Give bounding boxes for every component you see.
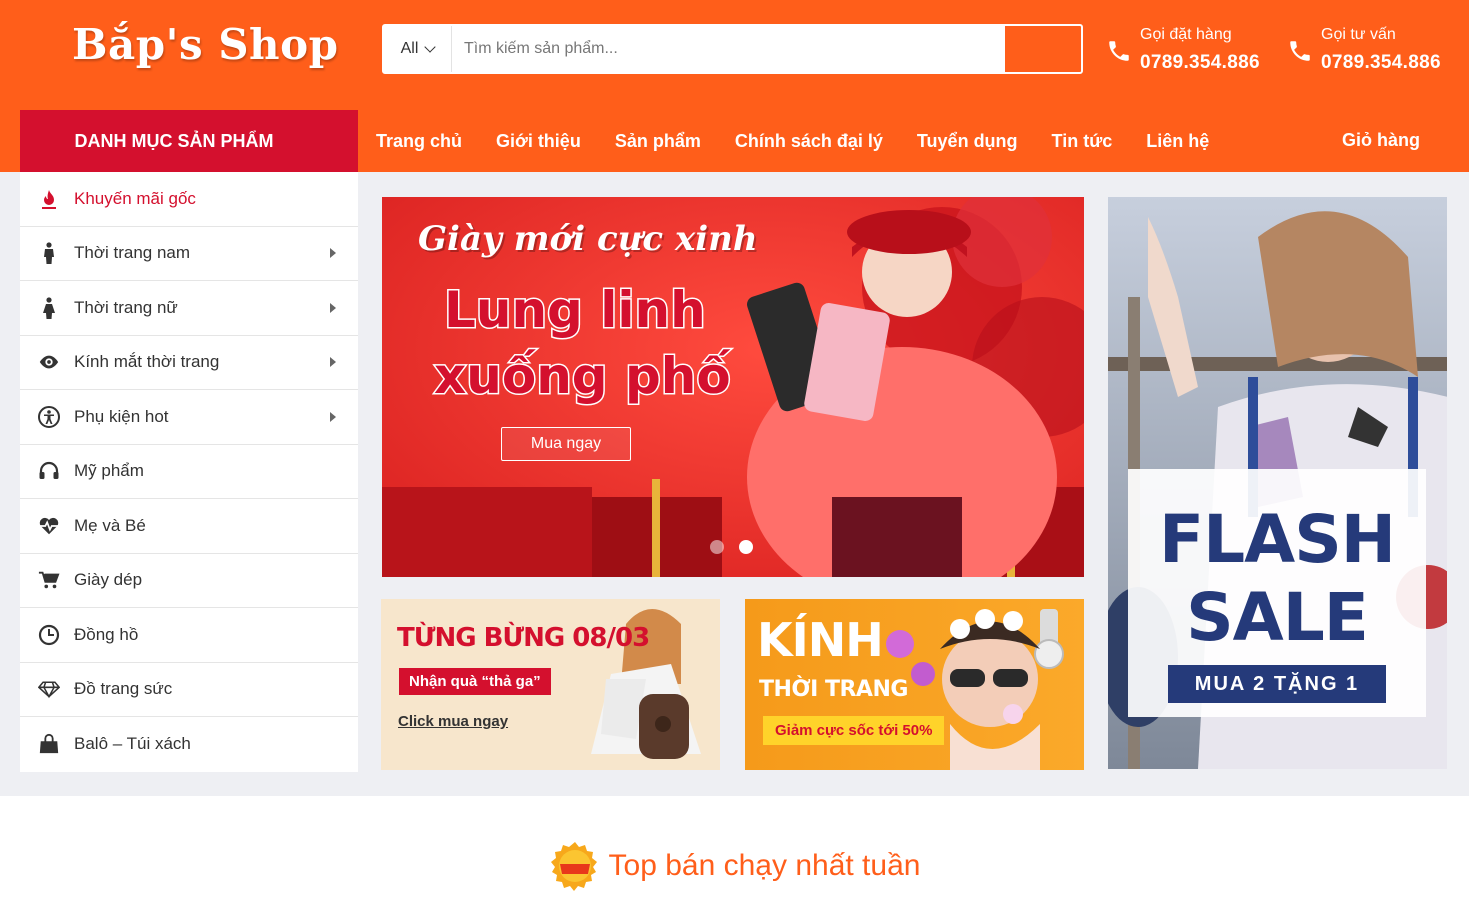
promo-b-tag: Giảm cực sốc tới 50% — [763, 716, 945, 745]
female-icon — [38, 297, 60, 319]
sidebar-item-label: Giày dép — [74, 570, 143, 590]
nav-home[interactable]: Trang chủ — [376, 131, 462, 152]
hotline-label: Gọi tư vấn — [1321, 26, 1396, 43]
sidebar-item-men-fashion[interactable]: Thời trang nam — [20, 227, 358, 281]
nav-contact[interactable]: Liên hệ — [1146, 131, 1209, 152]
promo-a-tag: Nhận quà “thả ga” — [399, 668, 551, 695]
flash-title-line1: FLASH — [1159, 501, 1396, 578]
sidebar-item-mother-baby[interactable]: Mẹ và Bé — [20, 499, 358, 554]
promo-b-title: KÍNH — [757, 613, 884, 667]
sidebar-item-watches[interactable]: Đồng hồ — [20, 608, 358, 663]
slider-dot-2[interactable] — [739, 540, 753, 554]
heartbeat-icon — [38, 515, 60, 537]
promo-banner-eyewear[interactable]: KÍNH THỜI TRANG Giảm cực sốc tới 50% — [745, 599, 1084, 770]
sidebar-item-label: Khuyến mãi gốc — [74, 188, 196, 208]
promo-b-subtitle: THỜI TRANG — [759, 677, 908, 702]
search-category-label: All — [400, 40, 419, 57]
flash-sale-banner[interactable]: FLASH SALE MUA 2 TẶNG 1 — [1108, 197, 1447, 769]
sidebar-item-label: Đồng hồ — [74, 624, 139, 644]
eye-icon — [38, 351, 60, 373]
sidebar-item-label: Mẹ và Bé — [74, 515, 146, 535]
hotline-number: 0789.354.886 — [1140, 52, 1260, 73]
promo-a-link[interactable]: Click mua ngay — [398, 713, 508, 730]
hotline-label: Gọi đặt hàng — [1140, 26, 1232, 43]
search-bar: All — [382, 24, 1083, 74]
chevron-down-icon — [424, 41, 437, 53]
accessibility-icon — [38, 405, 60, 428]
section-title: Top bán chạy nhất tuần — [608, 849, 921, 882]
caret-right-icon — [330, 248, 336, 259]
promo-banner-womens-day[interactable]: TỪNG BỪNG 08/03 Nhận quà “thả ga” Click … — [381, 599, 720, 770]
search-button[interactable] — [1005, 26, 1081, 72]
sidebar-item-cosmetics[interactable]: Mỹ phẩm — [20, 445, 358, 499]
flash-sale-card: FLASH SALE MUA 2 TẶNG 1 — [1128, 469, 1426, 717]
nav-cart[interactable]: Giỏ hàng — [1342, 130, 1420, 151]
phone-icon — [1290, 41, 1310, 61]
search-category-select[interactable]: All — [384, 26, 452, 72]
fire-icon — [38, 188, 60, 210]
headphones-icon — [38, 460, 60, 482]
sidebar-item-label: Thời trang nữ — [74, 297, 178, 317]
best-seller-heading: Top bán chạy nhất tuần — [0, 840, 1469, 892]
hotline-number: 0789.354.886 — [1321, 52, 1441, 73]
clock-icon — [38, 624, 60, 646]
sidebar-item-label: Kính mắt thời trang — [74, 352, 220, 372]
sidebar-item-eyewear[interactable]: Kính mắt thời trang — [20, 336, 358, 390]
sidebar-item-women-fashion[interactable]: Thời trang nữ — [20, 281, 358, 336]
caret-right-icon — [330, 302, 336, 313]
caret-right-icon — [330, 357, 336, 368]
sidebar-item-label: Phụ kiện hot — [74, 406, 169, 426]
sidebar-item-shoes[interactable]: Giày dép — [20, 554, 358, 608]
flash-title-line2: SALE — [1186, 579, 1369, 656]
sidebar-item-jewelry[interactable]: Đồ trang sức — [20, 663, 358, 717]
logo[interactable]: Bắp's Shop — [72, 20, 338, 69]
diamond-icon — [38, 678, 60, 700]
hotline-consult[interactable]: Gọi tư vấn 0789.354.886 — [1287, 24, 1441, 74]
caret-right-icon — [330, 411, 336, 422]
sidebar-item-accessories[interactable]: Phụ kiện hot — [20, 390, 358, 445]
category-menu-toggle[interactable]: DANH MỤC SẢN PHẨM — [20, 110, 358, 172]
nav-about[interactable]: Giới thiệu — [496, 131, 581, 152]
sidebar-item-label: Đồ trang sức — [74, 679, 173, 699]
slider-dot-1[interactable] — [710, 540, 724, 554]
main-slider-banner[interactable]: Giày mới cực xinh Lung linh xuống phố Mu… — [382, 197, 1084, 577]
shopping-bag-icon — [38, 733, 60, 755]
sidebar-item-label: Mỹ phẩm — [74, 461, 144, 481]
category-sidebar: Khuyến mãi gốc Thời trang nam Thời trang… — [20, 172, 358, 772]
sidebar-item-label: Balô – Túi xách — [74, 734, 191, 754]
flash-offer: MUA 2 TẶNG 1 — [1168, 665, 1386, 703]
cart-plus-icon — [38, 569, 60, 591]
hotline-order[interactable]: Gọi đặt hàng 0789.354.886 — [1106, 24, 1260, 74]
banner-subheadline-2: xuống phố — [433, 346, 733, 407]
promo-a-title: TỪNG BỪNG 08/03 — [397, 623, 650, 653]
nav-recruitment[interactable]: Tuyển dụng — [917, 131, 1018, 152]
sidebar-item-label: Thời trang nam — [74, 243, 191, 263]
sidebar-item-promotions[interactable]: Khuyến mãi gốc — [20, 172, 358, 227]
search-input[interactable] — [452, 26, 1005, 72]
nav-products[interactable]: Sản phẩm — [615, 131, 701, 152]
banner-headline: Giày mới cực xinh — [418, 219, 758, 259]
main-nav: Trang chủ Giới thiệu Sản phẩm Chính sách… — [358, 110, 1225, 172]
phone-icon — [1109, 41, 1129, 61]
banner-shop-now-button[interactable]: Mua ngay — [501, 427, 631, 461]
male-icon — [38, 242, 60, 265]
nav-news[interactable]: Tin tức — [1052, 131, 1113, 152]
banner-subheadline-1: Lung linh — [443, 280, 708, 341]
nav-agency-policy[interactable]: Chính sách đại lý — [735, 131, 883, 152]
sidebar-item-bags[interactable]: Balô – Túi xách — [20, 717, 358, 772]
super-sale-badge-icon — [550, 842, 597, 891]
